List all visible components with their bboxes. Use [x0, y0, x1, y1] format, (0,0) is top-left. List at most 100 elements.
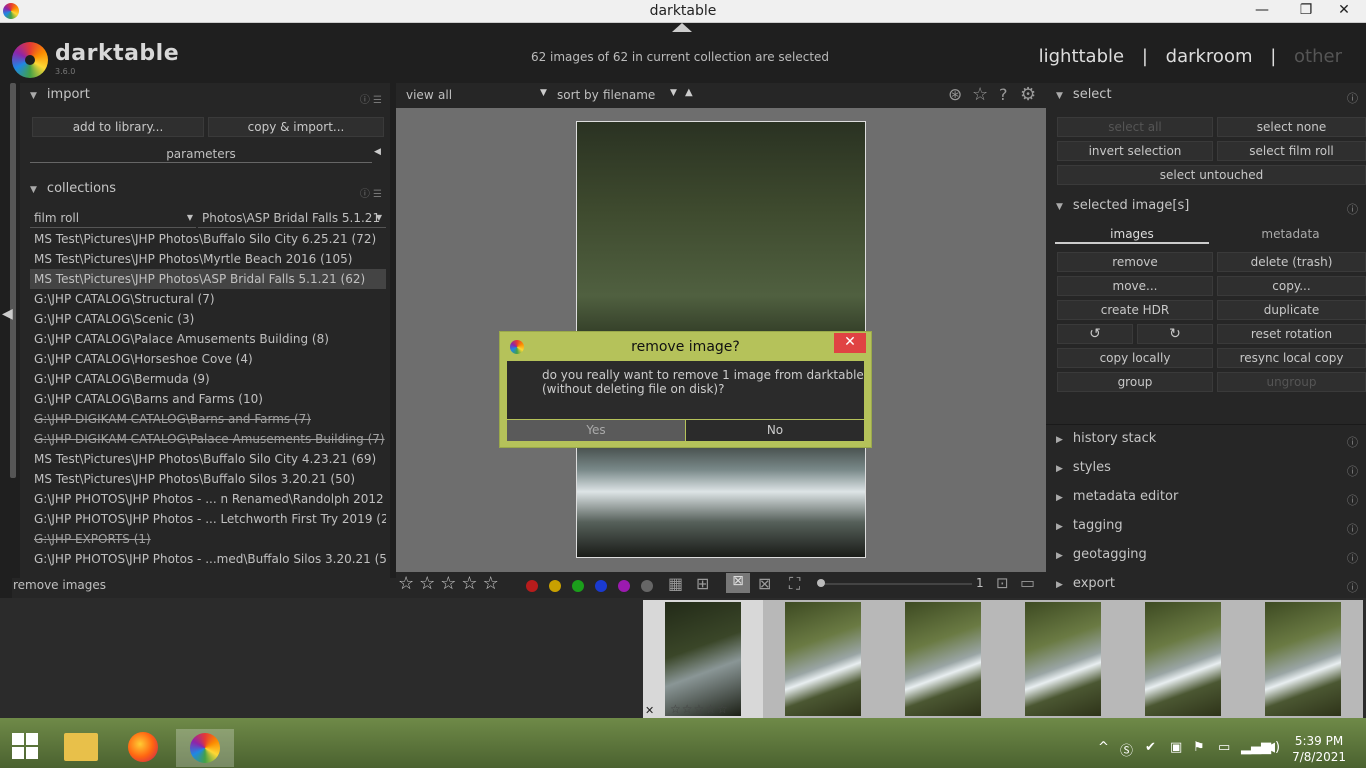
collection-item[interactable]: G:\JHP CATALOG\Structural (7): [30, 289, 386, 309]
dropdown-icon[interactable]: ▼: [540, 88, 547, 98]
add-to-library-button[interactable]: add to library...: [32, 117, 204, 137]
collection-item[interactable]: G:\JHP CATALOG\Barns and Farms (10): [30, 389, 386, 409]
view-other[interactable]: other: [1294, 46, 1342, 67]
collection-item[interactable]: MS Test\Pictures\JHP Photos\Myrtle Beach…: [30, 249, 386, 269]
module-header-geotagging[interactable]: ▶ geotagging ⓘ: [1056, 547, 1366, 571]
culling-dynamic-icon[interactable]: ⊠: [758, 574, 771, 593]
select-all-button[interactable]: select all: [1057, 117, 1213, 137]
view-filter-select[interactable]: all: [438, 88, 548, 102]
no-button[interactable]: No: [686, 420, 864, 441]
yes-button[interactable]: Yes: [507, 420, 685, 441]
star-icon[interactable]: ☆: [461, 573, 477, 594]
ungroup-button[interactable]: ungroup: [1217, 372, 1366, 392]
import-header[interactable]: ▼ import ⓘ ☰: [30, 87, 388, 111]
resync-local-copy-button[interactable]: resync local copy: [1217, 348, 1366, 368]
collection-item[interactable]: G:\JHP DIGIKAM CATALOG\Palace Amusements…: [30, 429, 386, 449]
reject-icon[interactable]: ✕: [645, 704, 654, 717]
star-rating-icon[interactable]: ☆: [972, 84, 988, 105]
red-label-icon[interactable]: [526, 579, 538, 592]
reset-icon[interactable]: ⓘ: [1347, 434, 1358, 450]
file-explorer-icon[interactable]: [64, 733, 98, 761]
culling-layout-icon[interactable]: ⊠: [726, 573, 750, 593]
collections-header[interactable]: ▼ collections ⓘ ☰: [30, 181, 388, 205]
sort-order-icon[interactable]: ▲: [685, 87, 693, 98]
reset-icon[interactable]: ⓘ ☰: [360, 185, 382, 200]
reset-icon[interactable]: ⓘ: [1347, 579, 1358, 595]
module-header-export[interactable]: ▶ export ⓘ: [1056, 576, 1366, 600]
collection-item[interactable]: G:\JHP CATALOG\Bermuda (9): [30, 369, 386, 389]
collection-item[interactable]: G:\JHP PHOTOS\JHP Photos - ...med\Buffal…: [30, 549, 386, 569]
focus-peaking-icon[interactable]: ⊡: [996, 574, 1009, 592]
star-icon[interactable]: ☆: [483, 573, 499, 594]
filmstrip-thumbnail[interactable]: [643, 600, 763, 718]
zoomable-layout-icon[interactable]: ⊞: [696, 574, 709, 593]
collection-item[interactable]: G:\JHP CATALOG\Horseshoe Cove (4): [30, 349, 386, 369]
collection-item[interactable]: G:\JHP CATALOG\Palace Amusements Buildin…: [30, 329, 386, 349]
volume-icon[interactable]: ◀): [1265, 740, 1280, 755]
collection-item[interactable]: MS Test\Pictures\JHP Photos\Buffalo Silo…: [30, 469, 386, 489]
view-darkroom[interactable]: darkroom: [1166, 46, 1253, 67]
collection-item[interactable]: MS Test\Pictures\JHP Photos\Buffalo Silo…: [30, 449, 386, 469]
tab-metadata[interactable]: metadata: [1215, 227, 1366, 244]
dialog-close-button[interactable]: ✕: [834, 333, 866, 353]
reset-rotation-button[interactable]: reset rotation: [1217, 324, 1366, 344]
reset-icon[interactable]: ⓘ: [1347, 463, 1358, 479]
select-untouched-button[interactable]: select untouched: [1057, 165, 1366, 185]
module-header-tagging[interactable]: ▶ tagging ⓘ: [1056, 518, 1366, 542]
reset-icon[interactable]: ⓘ: [1347, 201, 1358, 217]
delete-trash-button[interactable]: delete (trash): [1217, 252, 1366, 272]
copy-button[interactable]: copy...: [1217, 276, 1366, 296]
select-header[interactable]: ▼ select ⓘ: [1056, 87, 1366, 111]
taskbar-clock[interactable]: 5:39 PM 7/8/2021: [1292, 733, 1346, 765]
collection-item[interactable]: G:\JHP PHOTOS\JHP Photos - ... n Renamed…: [30, 489, 386, 509]
zoom-slider-handle[interactable]: [817, 579, 825, 587]
yellow-label-icon[interactable]: [549, 579, 561, 592]
gear-icon[interactable]: ⚙: [1020, 84, 1036, 105]
remove-button[interactable]: remove: [1057, 252, 1213, 272]
minimize-icon[interactable]: —: [1240, 0, 1284, 22]
collection-item[interactable]: MS Test\Pictures\JHP Photos\Buffalo Silo…: [30, 229, 386, 249]
collapse-left-icon[interactable]: ◀: [2, 306, 13, 322]
invert-selection-button[interactable]: invert selection: [1057, 141, 1213, 161]
clear-label-icon[interactable]: [641, 579, 653, 592]
select-film-roll-button[interactable]: select film roll: [1217, 141, 1366, 161]
help-icon[interactable]: ?: [999, 85, 1008, 104]
filmstrip-thumbnail[interactable]: [883, 600, 1003, 718]
star-icon[interactable]: ☆: [398, 573, 414, 594]
copy-locally-button[interactable]: copy locally: [1057, 348, 1213, 368]
dropdown-icon[interactable]: ▼: [670, 88, 677, 98]
collection-item[interactable]: G:\JHP CATALOG\Scenic (3): [30, 309, 386, 329]
preview-layout-icon[interactable]: ⛶: [789, 574, 800, 594]
rotate-cw-icon[interactable]: ↻: [1137, 324, 1213, 344]
blue-label-icon[interactable]: [595, 579, 607, 592]
star-icon[interactable]: ☆: [440, 573, 456, 594]
darktable-taskbar-button[interactable]: [176, 729, 234, 767]
close-icon[interactable]: ✕: [1322, 0, 1366, 22]
collection-item[interactable]: G:\JHP DIGIKAM CATALOG\Barns and Farms (…: [30, 409, 386, 429]
security-icon[interactable]: ✔: [1145, 740, 1156, 755]
reset-icon[interactable]: ⓘ ☰: [360, 91, 382, 106]
display-icon[interactable]: ▭: [1218, 740, 1230, 755]
rotate-ccw-icon[interactable]: ↺: [1057, 324, 1133, 344]
filmstrip-thumbnail[interactable]: [1243, 600, 1363, 718]
selected-images-header[interactable]: ▼ selected image[s] ⓘ: [1056, 198, 1366, 222]
filmstrip-thumbnail[interactable]: [1123, 600, 1243, 718]
collection-type-select[interactable]: film roll ▼: [30, 208, 196, 228]
parameters-arrow-icon[interactable]: ◀: [374, 147, 381, 157]
move-button[interactable]: move...: [1057, 276, 1213, 296]
module-header-history-stack[interactable]: ▶ history stack ⓘ: [1056, 431, 1366, 455]
select-none-button[interactable]: select none: [1217, 117, 1366, 137]
duplicate-button[interactable]: duplicate: [1217, 300, 1366, 320]
view-lighttable[interactable]: lighttable: [1039, 46, 1124, 67]
green-label-icon[interactable]: [572, 579, 584, 592]
collection-item[interactable]: G:\JHP EXPORTS (1): [30, 529, 386, 549]
skype-icon[interactable]: Ⓢ: [1120, 740, 1133, 759]
create-hdr-button[interactable]: create HDR: [1057, 300, 1213, 320]
windows-start-icon[interactable]: [12, 733, 38, 759]
firefox-icon[interactable]: [128, 732, 158, 762]
group-button[interactable]: group: [1057, 372, 1213, 392]
flag-icon[interactable]: ⚑: [1193, 740, 1205, 755]
collection-item[interactable]: G:\JHP PHOTOS\JHP Photos - ... Letchwort…: [30, 509, 386, 529]
left-scrollbar[interactable]: [10, 83, 16, 478]
copy-import-button[interactable]: copy & import...: [208, 117, 384, 137]
